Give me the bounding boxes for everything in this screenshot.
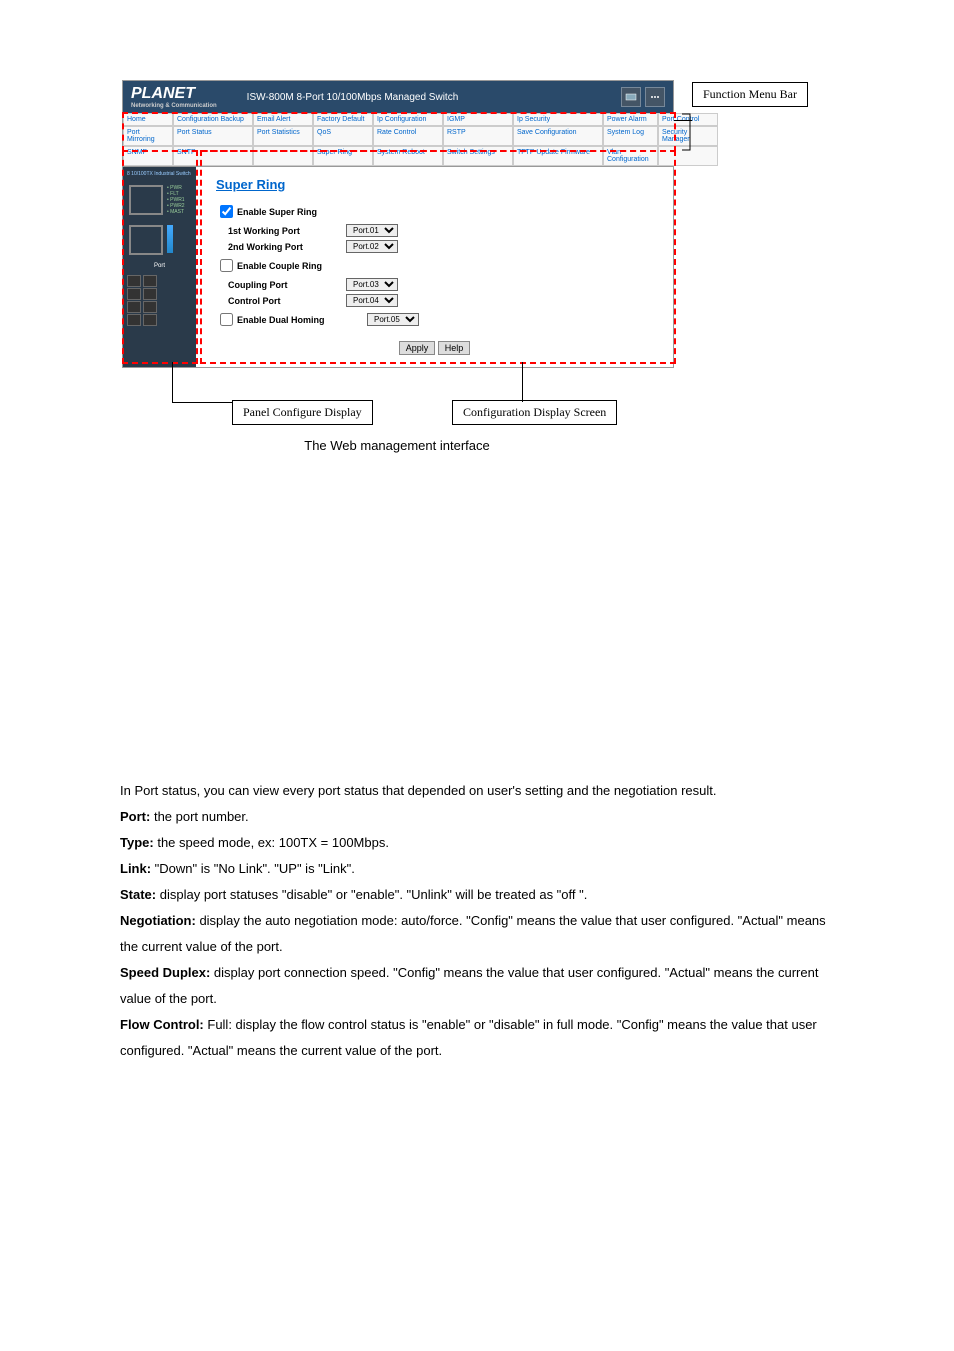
neg-desc: display the auto negotiation mode: auto/…	[120, 913, 826, 954]
brand-subtext: Networking & Communication	[131, 103, 217, 109]
term-type: Type:	[120, 835, 154, 850]
header-icons	[621, 87, 665, 107]
annot-line	[172, 402, 232, 403]
annot-line	[522, 362, 523, 402]
device-icon	[621, 87, 641, 107]
state-desc: display port statuses "disable" or "enab…	[156, 887, 587, 902]
bracket-icon	[680, 112, 694, 152]
term-speed-duplex: Speed Duplex:	[120, 965, 210, 980]
more-icon	[645, 87, 665, 107]
port-desc: the port number.	[150, 809, 248, 824]
speed-desc: display port connection speed. "Config" …	[120, 965, 818, 1006]
document-body: In Port status, you can view every port …	[120, 778, 834, 1064]
term-flow-control: Flow Control:	[120, 1017, 204, 1032]
annot-function-menu-bar: Function Menu Bar	[692, 82, 808, 107]
figure-caption: The Web management interface	[122, 438, 672, 453]
term-link: Link:	[120, 861, 151, 876]
annot-panel-configure: Panel Configure Display	[232, 400, 373, 425]
ui-header: PLANET Networking & Communication ISW-80…	[123, 81, 673, 113]
product-title: ISW-800M 8-Port 10/100Mbps Managed Switc…	[247, 92, 459, 103]
screenshot-figure: PLANET Networking & Communication ISW-80…	[122, 80, 832, 368]
type-desc: the speed mode, ex: 100TX = 100Mbps.	[154, 835, 389, 850]
term-negotiation: Negotiation:	[120, 913, 196, 928]
dash-menu-bar	[122, 112, 676, 152]
flow-desc: Full: display the flow control status is…	[120, 1017, 817, 1058]
link-desc: "Down" is "No Link". "UP" is "Link".	[151, 861, 355, 876]
term-port: Port:	[120, 809, 150, 824]
annot-line	[172, 362, 173, 402]
intro-text: In Port status, you can view every port …	[120, 778, 834, 804]
dash-panel	[122, 150, 198, 364]
term-state: State:	[120, 887, 156, 902]
dash-config	[200, 150, 676, 364]
brand-logo: PLANET Networking & Communication	[131, 85, 217, 109]
brand-text: PLANET	[131, 85, 195, 102]
annot-config-display: Configuration Display Screen	[452, 400, 617, 425]
